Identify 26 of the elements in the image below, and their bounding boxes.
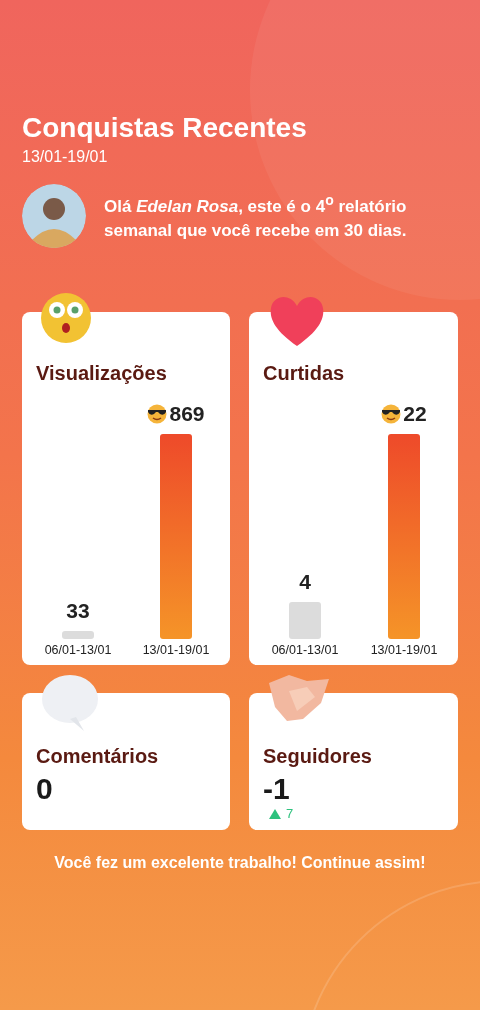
handshake-icon bbox=[267, 673, 331, 723]
bar-category-label: 06/01-13/01 bbox=[271, 643, 339, 657]
bar-category-label: 13/01-19/01 bbox=[142, 643, 210, 657]
speech-bubble-icon bbox=[40, 673, 100, 733]
stat-value: 0 bbox=[36, 772, 54, 806]
card-title: Seguidores bbox=[263, 745, 373, 768]
date-range: 13/01-19/01 bbox=[22, 148, 109, 166]
avatar-silhouette-icon bbox=[22, 184, 86, 248]
encouragement-text: Você fez um excelente trabalho! Continue assim! bbox=[53, 854, 427, 872]
bar-category-label: 06/01-13/01 bbox=[44, 643, 112, 657]
bar-value-label: 4 bbox=[299, 569, 311, 594]
card-title: Comentários bbox=[36, 745, 160, 768]
bar-value-label: 869 bbox=[169, 402, 205, 426]
greeting-text: Olá Edelan Rosa, este é o 4$^{o}$ relatório semanal que você recebe em 30 dias. bbox=[104, 191, 408, 243]
page-title: Conquistas Recentes bbox=[22, 112, 308, 144]
bar-category-label: 13/01-19/01 bbox=[370, 643, 438, 657]
chart-bar bbox=[289, 601, 321, 639]
bar-value-label: 33 bbox=[66, 599, 90, 624]
stat-value: -1 bbox=[263, 772, 291, 806]
card-title: Visualizações bbox=[36, 362, 168, 385]
sunglasses-face-icon bbox=[147, 404, 168, 424]
chart-bar bbox=[62, 631, 94, 639]
bar-value-label: 22 bbox=[403, 402, 427, 426]
stat-change: 7 bbox=[286, 806, 294, 821]
sunglasses-face-icon bbox=[381, 404, 402, 424]
card-title: Curtidas bbox=[263, 362, 346, 385]
